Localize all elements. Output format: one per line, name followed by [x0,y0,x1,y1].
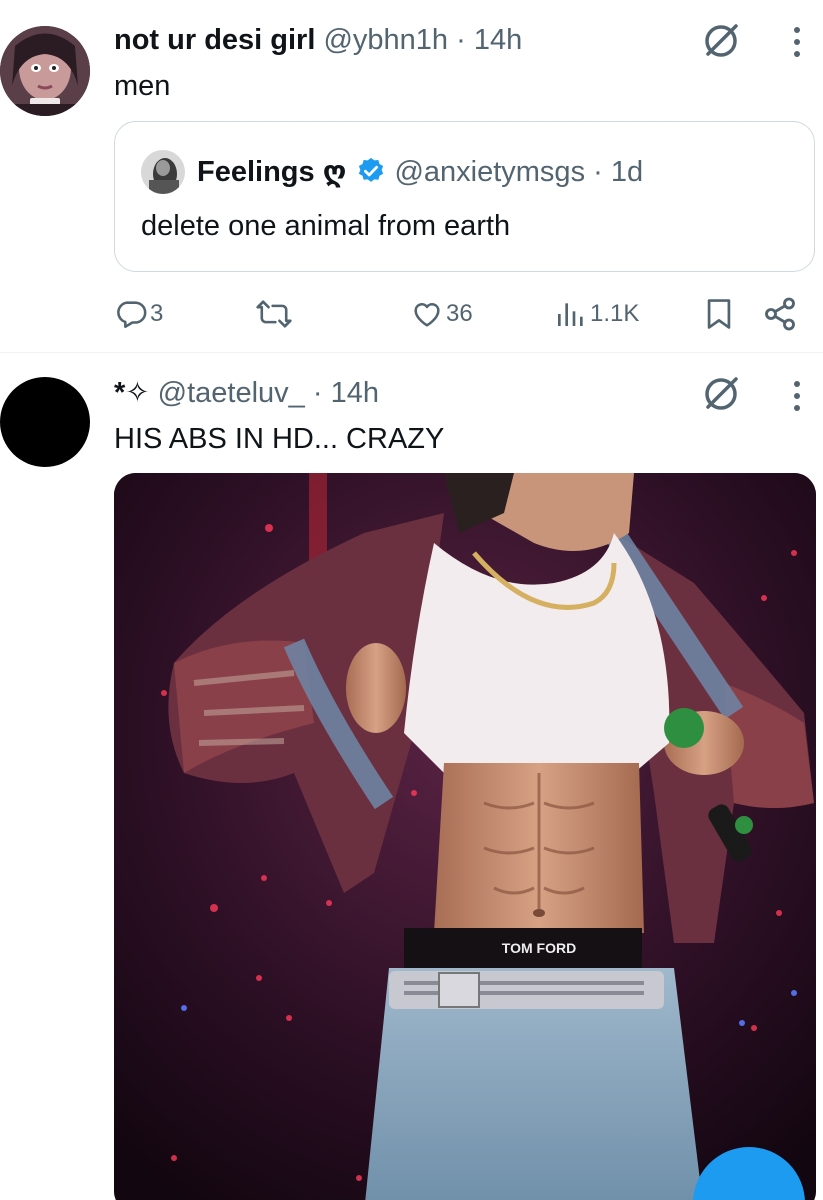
tweet-1[interactable]: not ur desi girl @ybhn1h · 14h men Feeli… [0,0,823,352]
display-name[interactable]: *✧ [114,377,150,409]
verified-badge-icon [359,157,384,182]
avatar-ybhn1h[interactable] [0,26,90,116]
tweet-1-text: men [114,70,171,102]
display-name[interactable]: not ur desi girl [114,24,315,56]
more-icon[interactable] [793,380,801,412]
waistband-label: TOM FORD [502,940,576,956]
quote-display-name: Feelings ღ [197,156,347,188]
avatar-image [0,26,90,116]
timestamp[interactable]: · 14h [313,377,379,409]
handle[interactable]: @ybhn1h [323,24,448,56]
quote-text: delete one animal from earth [141,210,511,242]
quote-handle: @anxietymsgs [394,156,586,188]
handle[interactable]: @taeteluv_ [158,377,305,409]
tweet-2-text: HIS ABS IN HD... CRAZY [114,423,445,455]
retweet-icon [256,300,292,328]
like-button[interactable]: 36 [410,292,473,336]
views-count: 1.1K [590,300,640,327]
more-icon[interactable] [793,26,801,58]
share-icon [765,297,795,331]
views-button[interactable]: 1.1K [554,292,639,336]
bookmark-icon [707,299,731,329]
quote-header: Feelings ღ @anxietymsgs · 1d [197,154,643,190]
grok-icon[interactable] [700,373,742,415]
avatar-taeteluv[interactable] [0,377,90,467]
like-icon [414,303,440,327]
tweet-2-header: *✧ @taeteluv_ · 14h [114,375,379,411]
views-icon [558,303,583,326]
reply-count: 3 [150,300,164,327]
reply-icon [117,301,147,329]
grok-icon[interactable] [700,20,742,62]
timestamp[interactable]: · 14h [456,24,522,56]
quote-avatar[interactable] [141,150,185,194]
tweet-2-media-image[interactable]: TOM FORD [114,473,816,1200]
concert-photo: TOM FORD [114,473,816,1200]
quote-avatar-image [141,150,185,194]
like-count: 36 [446,300,473,327]
bookmark-button[interactable] [702,292,736,336]
tweet-1-actions: 3 36 1.1K [110,292,810,336]
reply-button[interactable]: 3 [114,292,163,336]
tweet-1-header: not ur desi girl @ybhn1h · 14h [114,22,522,58]
quote-timestamp: · 1d [593,156,644,188]
quoted-tweet[interactable]: Feelings ღ @anxietymsgs · 1d delete one … [114,121,815,272]
share-button[interactable] [762,292,798,336]
retweet-button[interactable] [255,292,293,336]
